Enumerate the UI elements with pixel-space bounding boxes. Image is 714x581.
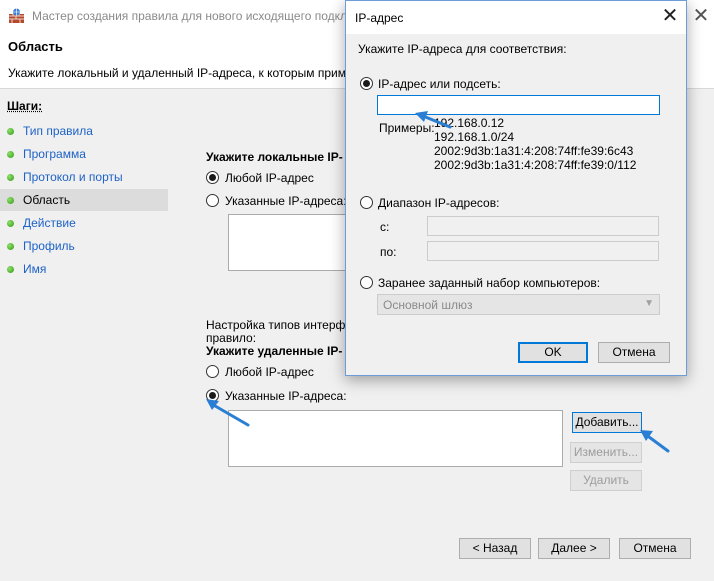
delete-button[interactable]: Удалить — [570, 470, 642, 491]
dialog-titlebar: IP-адрес ✕ — [346, 1, 686, 34]
predefined-set-radio[interactable] — [360, 276, 373, 289]
firewall-app-icon — [8, 8, 25, 24]
next-button[interactable]: Далее > — [538, 538, 610, 559]
step-label: Программа — [23, 147, 86, 161]
remote-ip-heading: Укажите удаленные IP- — [206, 344, 343, 358]
dialog-cancel-button[interactable]: Отмена — [598, 342, 670, 363]
cancel-button[interactable]: Отмена — [619, 538, 691, 559]
remote-any-ip-label: Любой IP-адрес — [225, 365, 314, 379]
ok-button[interactable]: OK — [518, 342, 588, 363]
step-label: Тип правила — [23, 124, 93, 138]
step-rule-type[interactable]: Тип правила — [0, 120, 168, 142]
steps-pane: Шаги: Тип правила Программа Протокол и п… — [0, 89, 168, 581]
steps-heading: Шаги: — [7, 99, 43, 113]
local-specified-ip-label: Указанные IP-адреса: — [225, 194, 347, 208]
step-label: Профиль — [23, 239, 75, 253]
step-status-icon — [7, 197, 14, 204]
range-from-input[interactable] — [427, 216, 659, 236]
annotation-arrow-icon — [415, 111, 452, 129]
dialog-prompt: Укажите IP-адреса для соответствия: — [358, 42, 567, 56]
annotation-arrow-icon — [640, 430, 670, 453]
step-action[interactable]: Действие — [0, 212, 168, 234]
remote-any-ip-radio[interactable] — [206, 365, 219, 378]
step-scope[interactable]: Область — [0, 189, 168, 211]
step-name[interactable]: Имя — [0, 258, 168, 280]
range-from-label: с: — [380, 220, 390, 234]
ip-or-subnet-label: IP-адрес или подсеть: — [378, 77, 501, 91]
annotation-arrow-icon — [206, 399, 250, 427]
example-ip-3: 2002:9d3b:1a31:4:208:74ff:fe39:6c43 — [434, 144, 634, 158]
dialog-close-button[interactable]: ✕ — [658, 5, 682, 29]
local-ip-list[interactable] — [228, 214, 346, 271]
predefined-set-select[interactable]: Основной шлюз ▼ — [377, 294, 660, 315]
step-status-icon — [7, 266, 14, 273]
step-label: Протокол и порты — [23, 170, 123, 184]
remote-ip-list[interactable] — [228, 410, 563, 467]
back-button[interactable]: < Назад — [459, 538, 531, 559]
predefined-set-value: Основной шлюз — [383, 298, 473, 312]
step-profile[interactable]: Профиль — [0, 235, 168, 257]
step-status-icon — [7, 220, 14, 227]
chevron-down-icon: ▼ — [644, 298, 654, 309]
step-status-icon — [7, 174, 14, 181]
step-status-icon — [7, 128, 14, 135]
step-status-icon — [7, 243, 14, 250]
range-to-label: по: — [380, 245, 397, 259]
edit-button[interactable]: Изменить... — [570, 442, 642, 463]
step-label: Имя — [23, 262, 47, 276]
step-label: Область — [23, 193, 71, 207]
step-program[interactable]: Программа — [0, 143, 168, 165]
interface-types-text-2: правило: — [206, 331, 257, 345]
ip-range-radio[interactable] — [360, 196, 373, 209]
example-ip-4: 2002:9d3b:1a31:4:208:74ff:fe39:0/112 — [434, 158, 637, 172]
step-status-icon — [7, 151, 14, 158]
dialog-title: IP-адрес — [355, 11, 404, 25]
ip-or-subnet-radio[interactable] — [360, 77, 373, 90]
wizard-title: Мастер создания правила для нового исход… — [32, 9, 348, 23]
local-ip-heading: Укажите локальные IP- — [206, 150, 343, 164]
ip-range-label: Диапазон IP-адресов: — [378, 196, 500, 210]
page-title: Область — [8, 39, 63, 54]
local-any-ip-label: Любой IP-адрес — [225, 171, 314, 185]
wizard-close-button[interactable]: ✕ — [690, 3, 712, 29]
local-specified-ip-radio[interactable] — [206, 194, 219, 207]
range-to-input[interactable] — [427, 241, 659, 261]
local-any-ip-radio[interactable] — [206, 171, 219, 184]
predefined-set-label: Заранее заданный набор компьютеров: — [378, 276, 601, 290]
page-subtitle: Укажите локальный и удаленный IP-адреса,… — [8, 66, 348, 80]
ip-address-dialog: IP-адрес ✕ Укажите IP-адреса для соответ… — [345, 0, 687, 376]
step-protocol-ports[interactable]: Протокол и порты — [0, 166, 168, 188]
step-label: Действие — [23, 216, 76, 230]
interface-types-text: Настройка типов интерфей — [206, 318, 359, 332]
add-button[interactable]: Добавить... — [572, 412, 642, 433]
